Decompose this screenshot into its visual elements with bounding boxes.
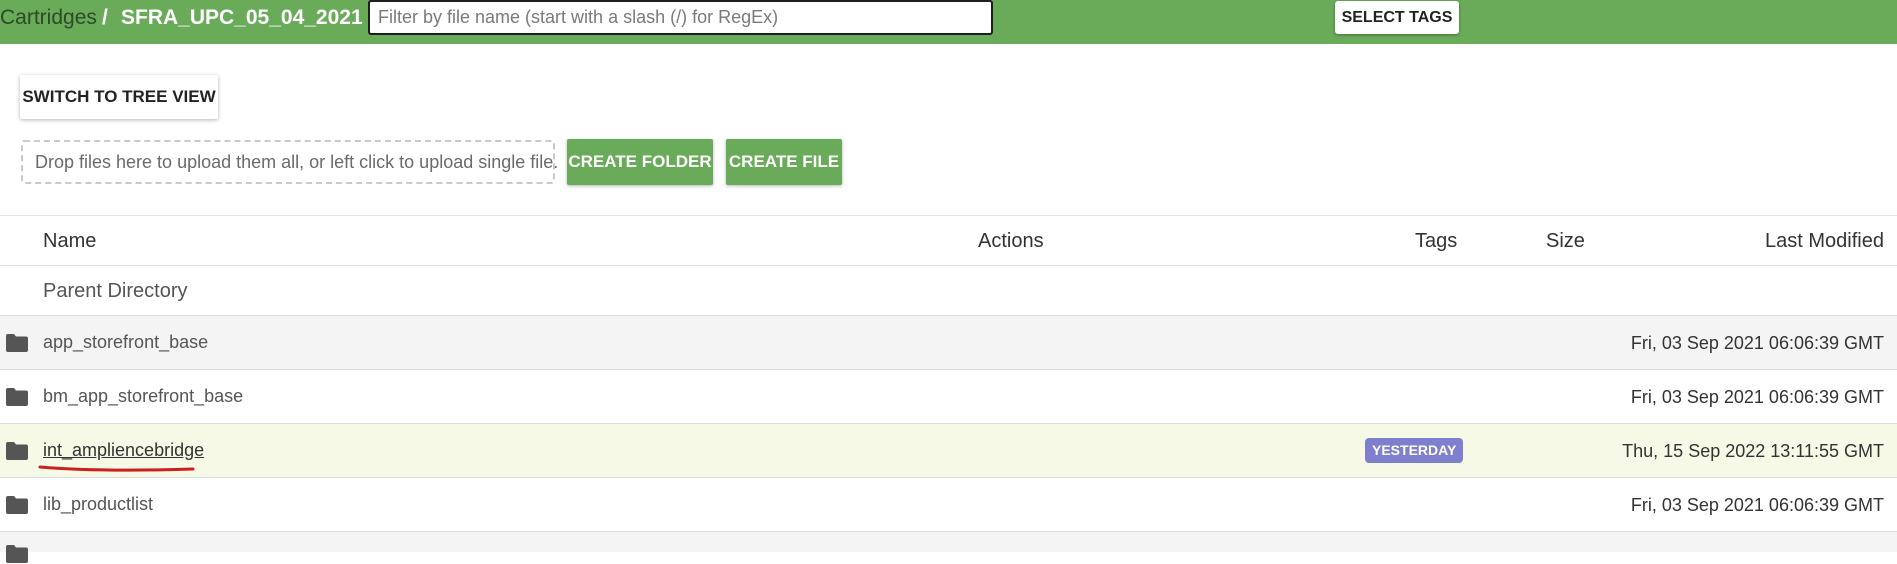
table-row[interactable]: lib_productlist Fri, 03 Sep 2021 06:06:3… [0,478,1897,532]
top-bar: Cartridges / SFRA_UPC_05_04_2021 SELECT … [0,0,1897,44]
table-row[interactable]: int_ampliencebridge YESTERDAY Thu, 15 Se… [0,424,1897,478]
filter-input[interactable] [368,0,993,35]
folder-name-link[interactable]: bm_app_storefront_base [43,385,243,407]
table-row[interactable]: app_storefront_base Fri, 03 Sep 2021 06:… [0,316,1897,370]
create-file-button[interactable]: CREATE FILE [726,139,842,185]
column-header-last-modified[interactable]: Last Modified [1765,229,1884,253]
folder-icon [6,545,28,563]
create-folder-button[interactable]: CREATE FOLDER [567,139,713,185]
table-row[interactable] [0,532,1897,563]
column-header-actions: Actions [978,230,1044,252]
last-modified-value: Fri, 03 Sep 2021 06:06:39 GMT [1630,333,1884,353]
parent-directory-row[interactable]: Parent Directory [0,266,1897,316]
select-tags-button[interactable]: SELECT TAGS [1335,1,1459,34]
folder-icon [6,442,28,460]
last-modified-value: Thu, 15 Sep 2022 13:11:55 GMT [1622,441,1884,461]
breadcrumb-separator: / [102,6,108,29]
switch-to-tree-view-button[interactable]: SWITCH TO TREE VIEW [20,75,218,119]
folder-name-link[interactable]: int_ampliencebridge [43,439,204,461]
folder-name-link[interactable]: app_storefront_base [43,331,208,353]
breadcrumb-cartridges-link[interactable]: Cartridges [0,5,97,31]
file-table: Name Actions Tags Size Last Modified Par… [0,215,1897,563]
column-header-tags: Tags [1415,230,1458,252]
upload-dropzone[interactable]: Drop files here to upload them all, or l… [21,140,558,184]
parent-directory-link[interactable]: Parent Directory [43,279,188,303]
folder-name-link[interactable]: lib_productlist [43,493,153,515]
folder-icon [6,388,28,406]
column-header-name[interactable]: Name [43,229,96,253]
red-underline-annotation [38,465,195,472]
column-header-size[interactable]: Size [1546,229,1585,253]
last-modified-value: Fri, 03 Sep 2021 06:06:39 GMT [1630,495,1884,515]
table-header: Name Actions Tags Size Last Modified [0,216,1897,266]
breadcrumb-current: SFRA_UPC_05_04_2021 [121,6,363,29]
folder-icon [6,334,28,352]
last-modified-value: Fri, 03 Sep 2021 06:06:39 GMT [1630,387,1884,407]
folder-icon [6,496,28,514]
tag-badge: YESTERDAY [1365,438,1464,463]
table-row[interactable]: bm_app_storefront_base Fri, 03 Sep 2021 … [0,370,1897,424]
